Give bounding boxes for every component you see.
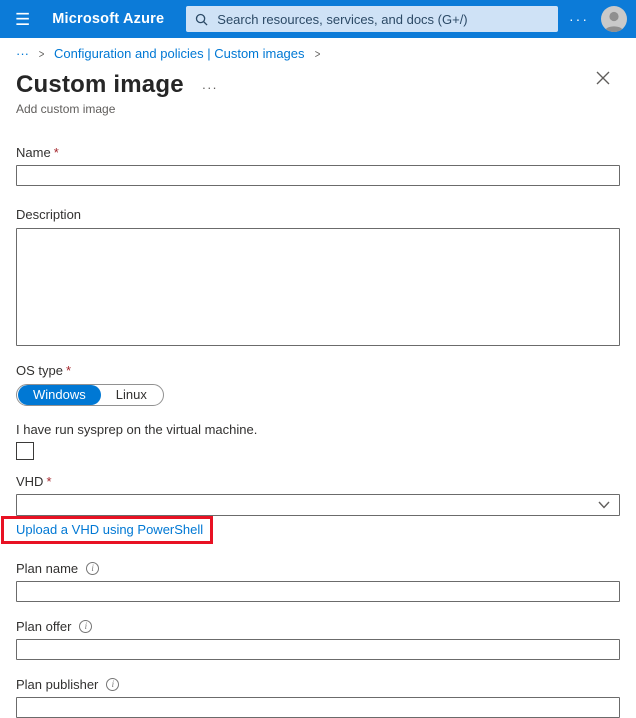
title-context-menu-icon[interactable]: ··· [202, 76, 218, 95]
sysprep-label: I have run sysprep on the virtual machin… [16, 422, 257, 437]
info-icon[interactable]: i [86, 562, 99, 575]
os-option-windows[interactable]: Windows [18, 385, 101, 405]
vhd-select[interactable] [16, 494, 620, 516]
vhd-section: VHD* Upload a VHD using PowerShell [16, 474, 620, 544]
panel-header: Custom image ··· Add custom image [0, 63, 636, 116]
description-textarea[interactable] [16, 228, 620, 346]
sysprep-section: I have run sysprep on the virtual machin… [16, 422, 620, 460]
upload-vhd-powershell-link[interactable]: Upload a VHD using PowerShell [16, 522, 203, 537]
account-avatar[interactable] [601, 6, 627, 32]
info-icon[interactable]: i [79, 620, 92, 633]
name-label: Name [16, 145, 51, 160]
name-section: Name* [16, 145, 620, 186]
chevron-down-icon [598, 501, 610, 509]
person-icon [601, 8, 627, 32]
custom-image-form: Name* Description OS type* Windows Linux… [0, 145, 636, 718]
highlight-annotation-box: Upload a VHD using PowerShell [1, 516, 213, 544]
plan-name-section: Plan name i [16, 561, 620, 602]
plan-offer-section: Plan offer i [16, 619, 620, 660]
page-subtitle: Add custom image [16, 102, 620, 116]
brand-title[interactable]: Microsoft Azure [52, 11, 164, 27]
chevron-right-icon: > [39, 47, 45, 61]
azure-top-bar: ☰ Microsoft Azure ··· [0, 0, 636, 38]
global-search[interactable] [186, 6, 558, 32]
description-section: Description [16, 207, 620, 346]
os-type-section: OS type* Windows Linux [16, 363, 620, 406]
os-type-label: OS type [16, 363, 63, 378]
breadcrumb: ··· > Configuration and policies | Custo… [0, 38, 636, 63]
os-option-linux[interactable]: Linux [101, 385, 162, 405]
name-input[interactable] [16, 165, 620, 186]
description-label: Description [16, 207, 81, 222]
plan-publisher-section: Plan publisher i [16, 677, 620, 718]
plan-name-input[interactable] [16, 581, 620, 602]
required-asterisk: * [46, 474, 51, 489]
search-icon [195, 13, 208, 26]
plan-name-label: Plan name [16, 561, 78, 576]
plan-offer-input[interactable] [16, 639, 620, 660]
plan-offer-label: Plan offer [16, 619, 71, 634]
info-icon[interactable]: i [106, 678, 119, 691]
vhd-label: VHD [16, 474, 43, 489]
page-title: Custom image [16, 71, 184, 99]
sysprep-checkbox[interactable] [16, 442, 34, 460]
close-icon [596, 71, 610, 85]
required-asterisk: * [66, 363, 71, 378]
search-input[interactable] [215, 11, 549, 28]
hamburger-menu-icon[interactable]: ☰ [0, 11, 52, 28]
close-panel-button[interactable] [596, 71, 614, 89]
plan-publisher-input[interactable] [16, 697, 620, 718]
os-type-toggle: Windows Linux [16, 384, 164, 406]
chevron-right-icon: > [314, 47, 320, 61]
top-bar-actions: ··· [569, 6, 636, 32]
breadcrumb-link-custom-images[interactable]: Configuration and policies | Custom imag… [54, 46, 305, 61]
required-asterisk: * [54, 145, 59, 160]
more-actions-icon[interactable]: ··· [569, 11, 589, 27]
breadcrumb-ellipsis[interactable]: ··· [16, 46, 29, 61]
